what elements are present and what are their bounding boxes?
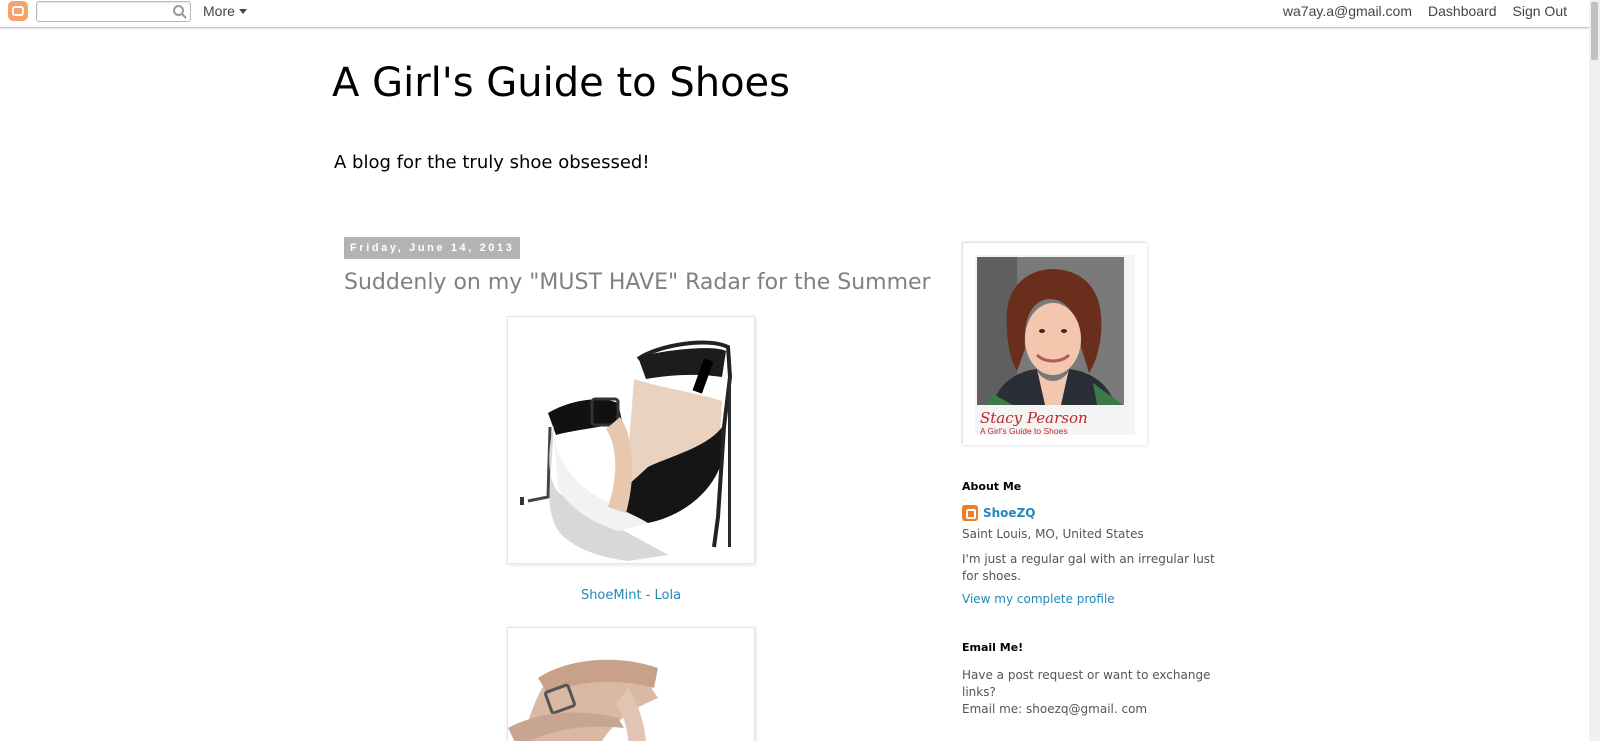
profile-photo[interactable]: Stacy Pearson A Girl's Guide to Shoes [962, 242, 1147, 445]
blog-title[interactable]: A Girl's Guide to Shoes [332, 60, 790, 106]
more-menu-button[interactable]: More [203, 3, 247, 19]
email-request-text: Have a post request or want to exchange … [962, 668, 1211, 699]
blogger-navbar: More wa7ay.a@gmail.com Dashboard Sign Ou… [0, 0, 1600, 28]
navbar-account-links: wa7ay.a@gmail.com Dashboard Sign Out [1283, 3, 1567, 19]
shoe-image-1 [520, 340, 733, 561]
account-email-link[interactable]: wa7ay.a@gmail.com [1283, 3, 1412, 19]
about-me-heading: About Me [962, 480, 1022, 493]
blog-description: A blog for the truly shoe obsessed! [334, 152, 650, 173]
search-icon[interactable] [173, 5, 184, 16]
page-scrollbar[interactable] [1589, 0, 1600, 741]
post-date: Friday, June 14, 2013 [344, 237, 521, 259]
post-image-nude-heels[interactable] [507, 627, 755, 741]
profile-photo-image: Stacy Pearson A Girl's Guide to Shoes [963, 243, 1147, 445]
shoe-image-2 [508, 659, 658, 741]
email-widget-text: Have a post request or want to exchange … [962, 667, 1232, 718]
blogger-logo-icon[interactable] [8, 1, 28, 21]
blogger-profile-icon [962, 505, 978, 521]
post-title[interactable]: Suddenly on my "MUST HAVE" Radar for the… [344, 270, 931, 295]
more-label: More [203, 3, 235, 19]
sign-out-link[interactable]: Sign Out [1513, 3, 1567, 19]
search-input[interactable] [41, 4, 161, 19]
chevron-down-icon [238, 8, 247, 14]
profile-name-link[interactable]: ShoeZQ [983, 506, 1035, 520]
profile-bio: I'm just a regular gal with an irregular… [962, 552, 1215, 583]
dashboard-link[interactable]: Dashboard [1428, 3, 1497, 19]
post-image-black-white-heels[interactable] [507, 316, 755, 564]
view-profile-link[interactable]: View my complete profile [962, 592, 1115, 606]
photo-subtitle-text: A Girl's Guide to Shoes [980, 426, 1068, 436]
profile-location: Saint Louis, MO, United States [962, 527, 1144, 541]
photo-name-text: Stacy Pearson [980, 409, 1088, 427]
email-address-text: Email me: shoezq@gmail. com [962, 702, 1148, 716]
navbar-search-box[interactable] [36, 1, 191, 22]
image-caption-link[interactable]: ShoeMint - Lola [507, 588, 755, 603]
scrollbar-thumb[interactable] [1591, 2, 1598, 60]
email-me-heading: Email Me! [962, 641, 1024, 654]
